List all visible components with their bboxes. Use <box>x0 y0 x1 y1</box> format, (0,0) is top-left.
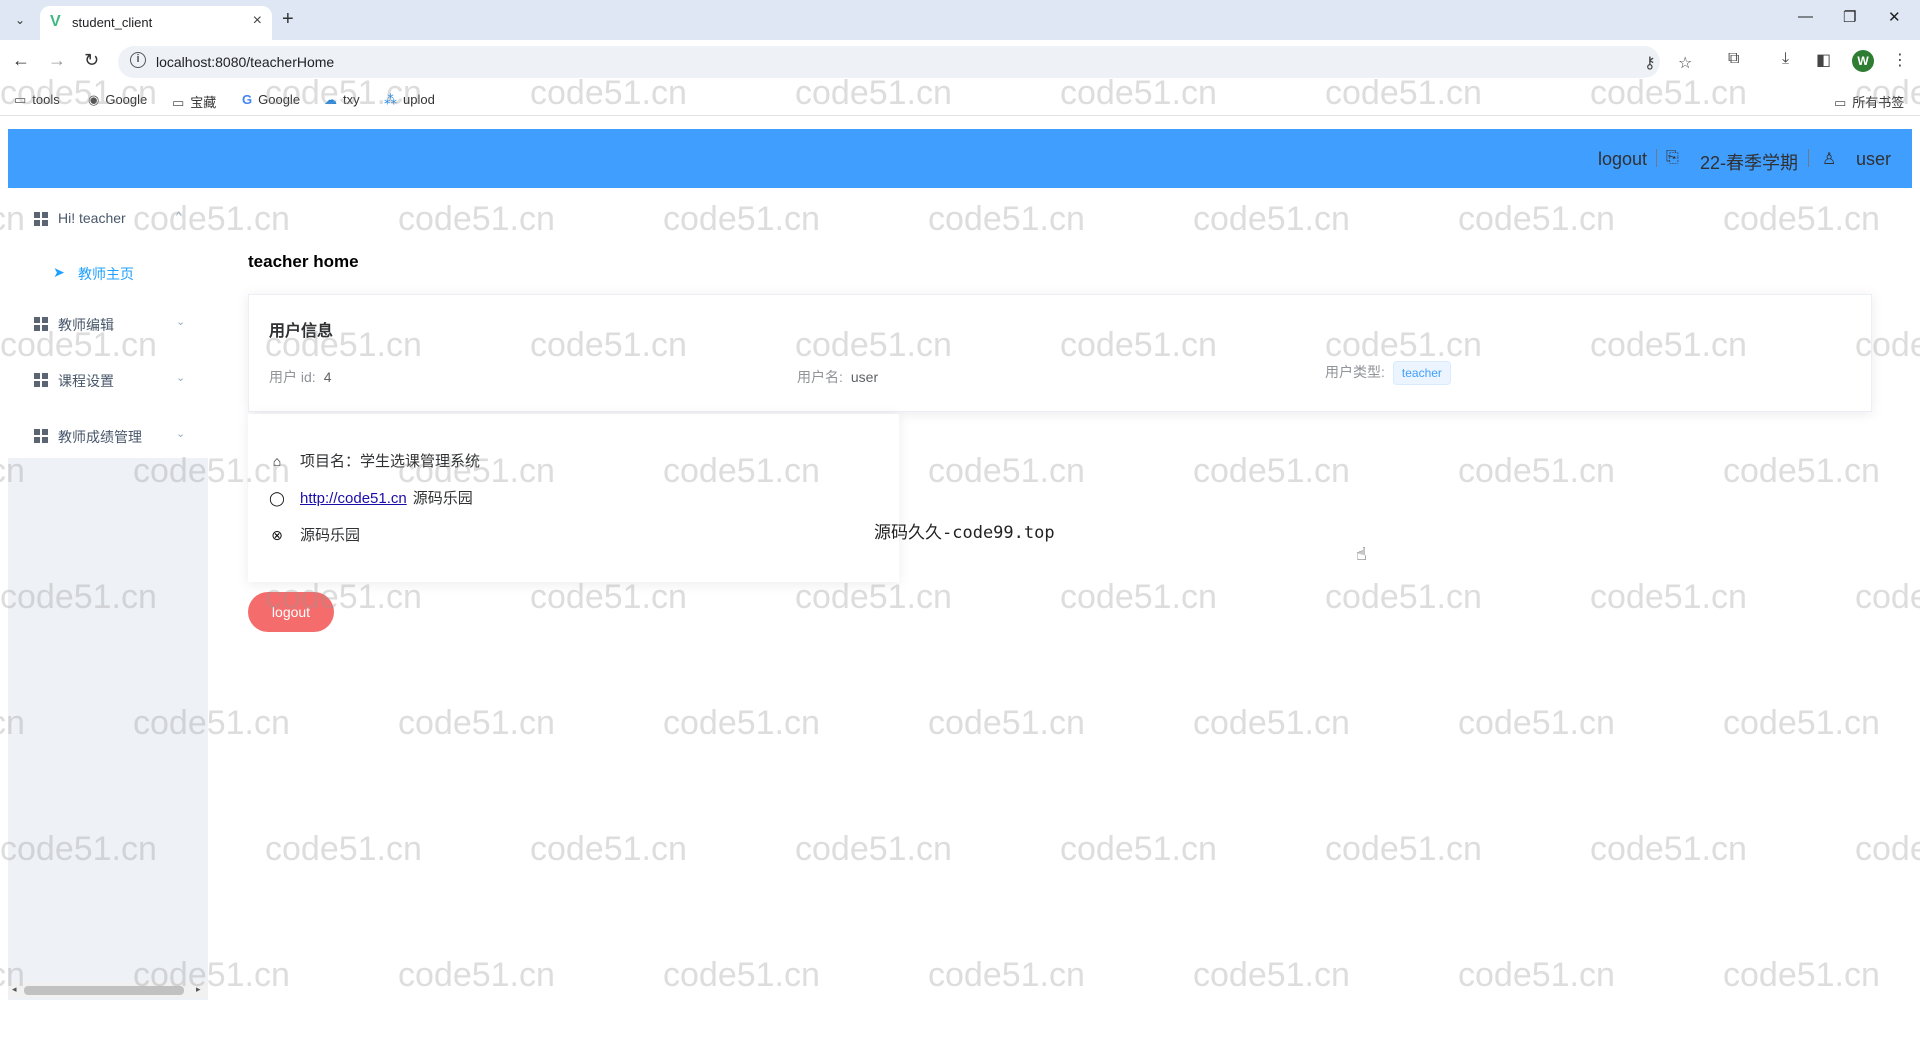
scroll-left-icon[interactable]: ◂ <box>12 984 17 995</box>
header-logout-link[interactable]: logout <box>1598 149 1647 170</box>
browser-toolbar: ← → ↻ i localhost:8080/teacherHome ⚷ ☆ ⧉… <box>0 40 1920 84</box>
minimize-icon[interactable]: — <box>1798 8 1813 25</box>
new-tab-button[interactable]: + <box>282 8 294 31</box>
browser-tab-strip: ⌄ V student_client × + — ❐ ✕ <box>0 0 1920 40</box>
forward-icon[interactable]: → <box>48 50 66 71</box>
chevron-down-icon: ⌄ <box>176 428 186 440</box>
sidebar-item-label: Hi! teacher <box>58 210 126 226</box>
apps-icon: ⁂ <box>384 92 397 107</box>
user-id-field: 用户 id: 4 <box>269 367 331 387</box>
grid-icon <box>34 429 48 443</box>
chat-bubble-icon: ◯ <box>269 490 285 506</box>
google-icon: G <box>242 92 253 107</box>
folder-icon: ▭ <box>172 95 185 110</box>
bookmark-google-2[interactable]: G Google <box>242 92 300 107</box>
link-suffix-text: 源码乐园 <box>412 490 473 507</box>
field-label: 用户 id: <box>269 369 316 385</box>
all-bookmarks[interactable]: ▭ 所有书签 <box>1834 92 1904 111</box>
bookmark-txy[interactable]: ☁ txy <box>324 92 360 108</box>
card-title: 用户信息 <box>269 323 334 340</box>
paperclip-icon: ⎘ <box>1666 149 1679 166</box>
project-info-card: ⌂ 项目名：学生选课管理系统 ◯ http://code51.cn 源码乐园 ⊗ 源码乐… <box>248 414 899 582</box>
sidebar-item-teacher-home[interactable]: ➤ 教师主页 <box>8 250 208 290</box>
bookmark-treasure[interactable]: ▭ 宝藏 <box>172 92 216 111</box>
chevron-down-icon: ⌄ <box>176 316 186 328</box>
sidebar-item-label: 教师编辑 <box>58 317 114 333</box>
site-info-icon[interactable]: i <box>130 52 146 68</box>
sidebar-horizontal-scrollbar[interactable]: ◂ ▸ <box>8 982 208 998</box>
link-row: ◯ http://code51.cn 源码乐园 <box>268 487 473 508</box>
field-label: 用户类型: <box>1325 364 1385 380</box>
extensions-icon[interactable]: ⧉ <box>1728 50 1739 68</box>
sidebar-item-teacher-edit[interactable]: 教师编辑 ⌄ <box>8 303 208 343</box>
page-title: teacher home <box>248 252 359 271</box>
sidebar-item-label: 教师成绩管理 <box>58 429 142 445</box>
grid-icon <box>34 317 48 331</box>
chevron-down-icon: ⌄ <box>176 372 186 384</box>
bookmark-google[interactable]: ◉ Google <box>88 92 147 108</box>
star-icon[interactable]: ☆ <box>1678 53 1692 73</box>
header-divider <box>1808 149 1809 167</box>
project-name-text: 项目名：学生选课管理系统 <box>300 453 481 470</box>
header-divider <box>1656 149 1657 167</box>
vue-favicon-icon: V <box>50 13 61 30</box>
folder-icon: ▭ <box>1834 95 1847 110</box>
site-name-text: 源码乐园 <box>300 527 361 544</box>
main-content: teacher home 用户信息 用户 id: 4 用户名: user 用户类型:… <box>208 188 1920 1000</box>
user-name-field: 用户名: user <box>797 367 878 387</box>
bookmark-tools[interactable]: ▭ tools <box>14 92 60 108</box>
restore-icon[interactable]: ❐ <box>1843 8 1856 26</box>
site-note-text: 源码久久-code99.top <box>874 523 1055 543</box>
user-info-card: 用户信息 用户 id: 4 用户名: user 用户类型: teacher <box>248 294 1872 412</box>
address-bar[interactable]: i localhost:8080/teacherHome ⚷ ☆ <box>118 46 1692 78</box>
menu-kebab-icon[interactable]: ⋮ <box>1892 50 1908 70</box>
back-icon[interactable]: ← <box>12 50 30 71</box>
field-label: 用户名: <box>797 369 843 385</box>
tab-title: student_client <box>72 15 153 30</box>
download-icon[interactable]: ⤓ <box>1782 50 1789 68</box>
browser-tab[interactable]: V student_client × <box>40 6 272 40</box>
circle-close-icon: ⊗ <box>271 527 283 543</box>
sidebar-subitem-label: 教师主页 <box>78 266 134 282</box>
hand-cursor-icon: ☝ <box>1356 544 1367 564</box>
user-icon: ♙ <box>1822 151 1837 168</box>
sidebar-item-label: 课程设置 <box>58 373 114 389</box>
project-name-row: ⌂ 项目名：学生选课管理系统 <box>268 450 480 471</box>
grid-icon <box>34 373 48 387</box>
chrome-icon: ◉ <box>88 92 100 107</box>
home-icon: ⌂ <box>272 453 282 469</box>
logout-button[interactable]: logout <box>248 592 334 632</box>
window-close-icon[interactable]: ✕ <box>1888 8 1901 26</box>
profile-avatar[interactable]: W <box>1852 50 1874 72</box>
bookmarks-bar: ▭ tools ◉ Google ▭ 宝藏 G Google ☁ txy ⁂ uplod ▭… <box>0 84 1920 116</box>
reload-icon[interactable]: ↻ <box>84 50 99 71</box>
side-panel-icon[interactable]: ◧ <box>1816 50 1831 70</box>
user-type-tag: teacher <box>1392 361 1451 385</box>
key-icon[interactable]: ⚷ <box>1644 53 1656 73</box>
tab-close-icon[interactable]: × <box>253 12 262 30</box>
field-value: user <box>850 369 879 385</box>
url-text[interactable]: localhost:8080/teacherHome <box>156 54 334 70</box>
field-value: 4 <box>323 369 332 385</box>
sidebar-item-hi-teacher[interactable]: Hi! teacher ^ <box>8 198 208 238</box>
send-icon: ➤ <box>53 264 65 280</box>
chevron-up-icon: ^ <box>176 210 182 222</box>
user-type-field: 用户类型: teacher <box>1325 361 1451 385</box>
sidebar-item-grade-management[interactable]: 教师成绩管理 ⌄ <box>8 415 208 455</box>
sidebar-item-course-settings[interactable]: 课程设置 ⌄ <box>8 359 208 399</box>
sidebar: Hi! teacher ^ ➤ 教师主页 教师编辑 ⌄ 课程设置 ⌄ 教师成绩管… <box>8 188 208 1000</box>
header-user-name[interactable]: user <box>1856 149 1891 170</box>
site-row: ⊗ 源码乐园 <box>268 524 360 545</box>
tab-search-chevron-icon[interactable]: ⌄ <box>10 10 30 30</box>
semester-label[interactable]: 22-春季学期 <box>1700 149 1798 175</box>
folder-icon: ▭ <box>14 92 27 107</box>
scroll-right-icon[interactable]: ▸ <box>196 984 201 995</box>
app-header: logout ⎘ 22-春季学期 ♙ user <box>8 129 1912 188</box>
bookmark-uplod[interactable]: ⁂ uplod <box>384 92 435 108</box>
cloud-icon: ☁ <box>324 92 337 107</box>
grid-icon <box>34 212 48 226</box>
code51-link[interactable]: http://code51.cn <box>300 490 407 507</box>
scrollbar-thumb[interactable] <box>24 986 184 995</box>
